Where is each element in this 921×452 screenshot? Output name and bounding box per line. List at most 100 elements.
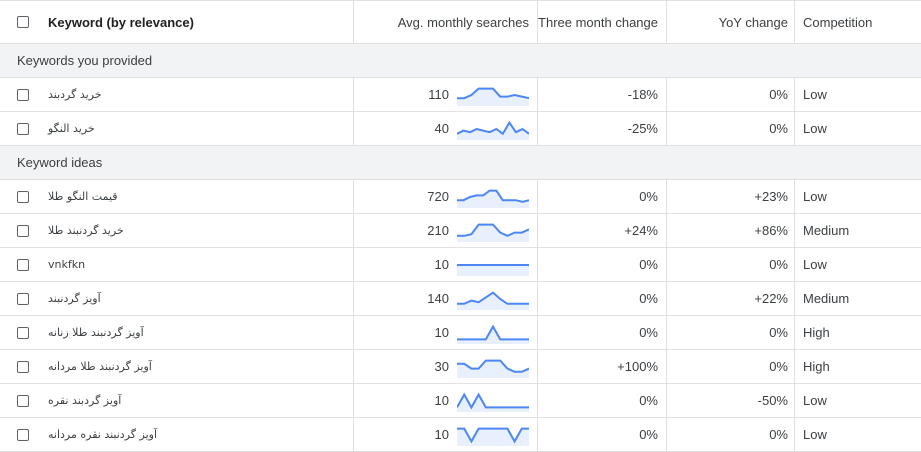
row-checkbox[interactable] bbox=[17, 190, 29, 203]
trend-sparkline[interactable] bbox=[457, 288, 529, 310]
row-checkbox[interactable] bbox=[17, 394, 29, 407]
col-avg-searches-header[interactable]: Avg. monthly searches bbox=[354, 1, 538, 43]
trend-sparkline[interactable] bbox=[457, 424, 529, 446]
competition-value: Low bbox=[803, 393, 827, 408]
competition-cell: Low bbox=[795, 112, 921, 145]
row-checkbox-cell[interactable] bbox=[0, 248, 46, 281]
row-checkbox[interactable] bbox=[17, 258, 29, 271]
avg-searches-cell: 140 bbox=[354, 282, 538, 315]
select-all-cell[interactable] bbox=[0, 1, 46, 43]
keyword-cell: vnkfkn bbox=[46, 248, 354, 281]
yoy-change-cell: 0% bbox=[667, 78, 795, 111]
keyword-row: خرید گردبند 110 -18% 0% Low bbox=[0, 78, 921, 112]
col-three-month-header[interactable]: Three month change bbox=[538, 1, 667, 43]
competition-cell: Medium bbox=[795, 282, 921, 315]
yoy-change-cell: 0% bbox=[667, 112, 795, 145]
avg-searches-cell: 720 bbox=[354, 180, 538, 213]
keyword-cell: آویز گردنبند bbox=[46, 282, 354, 315]
three-month-change-value: 0% bbox=[639, 325, 658, 340]
row-checkbox[interactable] bbox=[17, 224, 29, 237]
yoy-change-value: +23% bbox=[754, 189, 788, 204]
row-checkbox[interactable] bbox=[17, 292, 29, 305]
competition-cell: Low bbox=[795, 418, 921, 451]
yoy-change-cell: 0% bbox=[667, 248, 795, 281]
col-yoy-header[interactable]: YoY change bbox=[667, 1, 795, 43]
trend-sparkline[interactable] bbox=[457, 390, 529, 412]
yoy-change-value: 0% bbox=[769, 427, 788, 442]
keyword-cell: آویز گردنبند طلا زنانه bbox=[46, 316, 354, 349]
avg-searches-cell: 10 bbox=[354, 248, 538, 281]
competition-value: Low bbox=[803, 427, 827, 442]
keyword-cell: آویز گردبند نقره bbox=[46, 384, 354, 417]
trend-sparkline[interactable] bbox=[457, 84, 529, 106]
three-month-change-value: -18% bbox=[627, 87, 658, 102]
keyword-text: خرید گردنبند طلا bbox=[48, 224, 124, 237]
avg-searches-value: 30 bbox=[434, 359, 449, 374]
row-checkbox-cell[interactable] bbox=[0, 112, 46, 145]
trend-sparkline[interactable] bbox=[457, 118, 529, 140]
three-month-change-cell: 0% bbox=[538, 282, 667, 315]
row-checkbox-cell[interactable] bbox=[0, 350, 46, 383]
keyword-text: آویز گردنبند نقره مردانه bbox=[48, 428, 158, 441]
three-month-change-value: 0% bbox=[639, 189, 658, 204]
row-checkbox-cell[interactable] bbox=[0, 282, 46, 315]
avg-searches-value: 10 bbox=[434, 257, 449, 272]
three-month-change-cell: 0% bbox=[538, 180, 667, 213]
col-competition-header[interactable]: Competition bbox=[795, 1, 921, 43]
competition-cell: High bbox=[795, 350, 921, 383]
three-month-change-value: -25% bbox=[627, 121, 658, 136]
trend-sparkline[interactable] bbox=[457, 356, 529, 378]
competition-value: Medium bbox=[803, 223, 850, 238]
keyword-text: خرید النگو bbox=[48, 122, 95, 135]
keyword-cell: قیمت النگو طلا bbox=[46, 180, 354, 213]
yoy-change-value: 0% bbox=[769, 325, 788, 340]
keyword-cell: خرید النگو bbox=[46, 112, 354, 145]
keyword-text: vnkfkn bbox=[48, 258, 86, 271]
three-month-change-cell: 0% bbox=[538, 384, 667, 417]
three-month-change-cell: 0% bbox=[538, 316, 667, 349]
three-month-change-cell: -18% bbox=[538, 78, 667, 111]
keyword-text: آویز گردنبند طلا مردانه bbox=[48, 360, 152, 373]
three-month-change-value: 0% bbox=[639, 291, 658, 306]
row-checkbox[interactable] bbox=[17, 428, 29, 441]
avg-searches-value: 40 bbox=[434, 121, 449, 136]
yoy-change-value: 0% bbox=[769, 359, 788, 374]
col-keyword-header[interactable]: Keyword (by relevance) bbox=[46, 1, 354, 43]
yoy-change-cell: +23% bbox=[667, 180, 795, 213]
row-checkbox[interactable] bbox=[17, 326, 29, 339]
sparkline-fill bbox=[457, 264, 529, 276]
group-keywords-provided: Keywords you provided bbox=[0, 44, 921, 78]
keyword-row: آویز گردنبند طلا زنانه 10 0% 0% High bbox=[0, 316, 921, 350]
three-month-change-value: 0% bbox=[639, 427, 658, 442]
row-checkbox-cell[interactable] bbox=[0, 384, 46, 417]
keyword-row: vnkfkn 10 0% 0% Low bbox=[0, 248, 921, 282]
keyword-text: خرید گردبند bbox=[48, 88, 102, 101]
competition-value: High bbox=[803, 325, 830, 340]
keyword-row: آویز گردنبند نقره مردانه 10 0% 0% Low bbox=[0, 418, 921, 452]
trend-sparkline[interactable] bbox=[457, 186, 529, 208]
keyword-row: قیمت النگو طلا 720 0% +23% Low bbox=[0, 180, 921, 214]
trend-sparkline[interactable] bbox=[457, 254, 529, 276]
three-month-change-cell: +24% bbox=[538, 214, 667, 247]
keyword-row: آویز گردبند نقره 10 0% -50% Low bbox=[0, 384, 921, 418]
row-checkbox-cell[interactable] bbox=[0, 180, 46, 213]
avg-searches-cell: 10 bbox=[354, 418, 538, 451]
select-all-checkbox[interactable] bbox=[17, 16, 29, 28]
competition-cell: Low bbox=[795, 248, 921, 281]
row-checkbox[interactable] bbox=[17, 88, 29, 101]
trend-sparkline[interactable] bbox=[457, 220, 529, 242]
row-checkbox-cell[interactable] bbox=[0, 78, 46, 111]
group-keyword-ideas: Keyword ideas bbox=[0, 146, 921, 180]
row-checkbox-cell[interactable] bbox=[0, 316, 46, 349]
row-checkbox-cell[interactable] bbox=[0, 214, 46, 247]
row-checkbox[interactable] bbox=[17, 122, 29, 135]
row-checkbox[interactable] bbox=[17, 360, 29, 373]
sparkline-fill bbox=[457, 428, 529, 446]
trend-sparkline[interactable] bbox=[457, 322, 529, 344]
avg-searches-value: 720 bbox=[427, 189, 449, 204]
yoy-change-value: 0% bbox=[769, 121, 788, 136]
competition-cell: Low bbox=[795, 78, 921, 111]
row-checkbox-cell[interactable] bbox=[0, 418, 46, 451]
competition-value: Low bbox=[803, 87, 827, 102]
avg-searches-cell: 10 bbox=[354, 316, 538, 349]
